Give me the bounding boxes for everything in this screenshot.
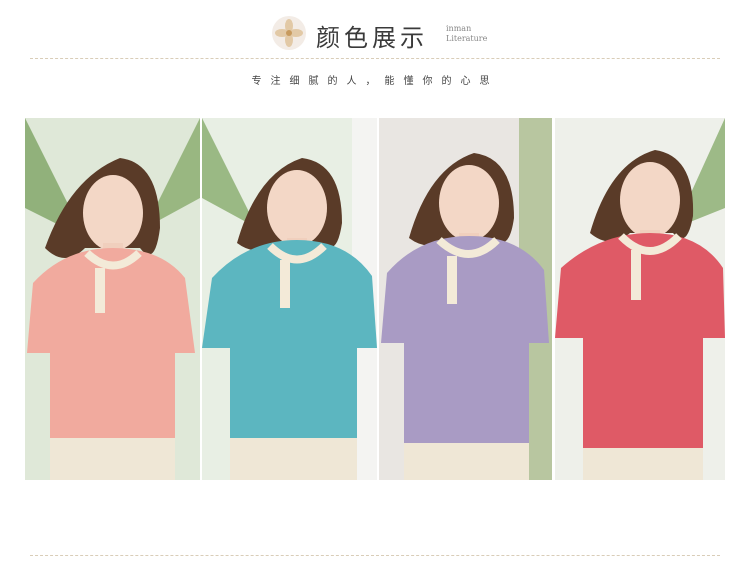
photo-coral-red-svg (555, 118, 725, 480)
photo-lavender-svg (379, 118, 552, 480)
flower-logo-icon (272, 16, 306, 50)
page-header: 颜色展示 inman Literature (0, 0, 750, 60)
product-photo-teal (202, 118, 377, 480)
brand-line-2: Literature (446, 34, 488, 43)
product-photo-coral-red (555, 118, 725, 480)
top-divider (30, 58, 720, 59)
color-gallery (25, 118, 725, 480)
photo-pink-svg (25, 118, 200, 480)
brand-line-1: inman (446, 24, 472, 33)
photo-teal-svg (202, 118, 377, 480)
tagline: 专注细腻的人，能懂你的心思 (251, 76, 499, 87)
brand-label: inman Literature (446, 24, 487, 44)
product-photo-lavender (379, 118, 552, 480)
bottom-divider (30, 555, 720, 556)
product-photo-pink (25, 118, 200, 480)
section-title: 颜色展示 (316, 24, 428, 52)
